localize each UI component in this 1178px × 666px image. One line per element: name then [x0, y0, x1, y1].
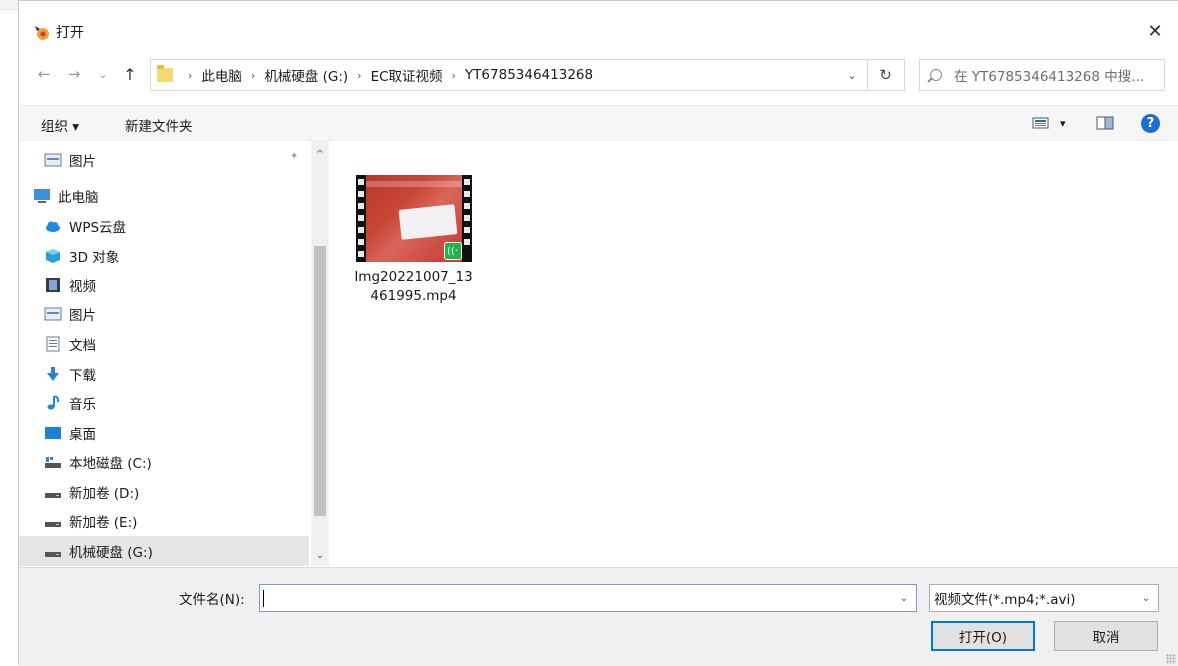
sidebar-item-desktop[interactable]: 桌面: [19, 418, 309, 448]
navigation-bar: ← → ⌄ ↑ › 此电脑 › 机械硬盘 (G:) › EC取证视频 › YT6…: [19, 57, 1178, 93]
help-button[interactable]: ?: [1141, 114, 1160, 133]
up-button[interactable]: ↑: [119, 63, 141, 85]
sidebar-item-label: 图片: [69, 308, 96, 324]
breadcrumb-item-drive-g[interactable]: 机械硬盘 (G:): [264, 65, 348, 85]
drive-icon: [45, 552, 61, 557]
navigation-pane: 图片 ✦ 此电脑 WPS云盘 3D 对象 视频 图片 文档 下载 音乐 桌面 本…: [19, 141, 329, 566]
filetype-value: 视频文件(*.mp4;*.avi): [934, 592, 1076, 608]
sidebar-item-pictures[interactable]: 图片: [19, 299, 309, 329]
breadcrumb-item-current-folder[interactable]: YT6785346413268: [465, 67, 593, 83]
cancel-button[interactable]: 取消: [1054, 621, 1158, 651]
sidebar-item-label: WPS云盘: [69, 220, 127, 236]
sidebar-item-label: 3D 对象: [69, 250, 120, 266]
open-button[interactable]: 打开(O): [931, 621, 1035, 651]
film-strip-left: [355, 175, 366, 262]
file-list-pane[interactable]: ((· Img20221007_13461995.mp4: [329, 141, 1178, 566]
sidebar-item-drive-e[interactable]: 新加卷 (E:): [19, 506, 309, 536]
open-file-dialog: 打开 ✕ ← → ⌄ ↑ › 此电脑 › 机械硬盘 (G:) › EC取证视频 …: [18, 0, 1178, 666]
desktop-icon: [45, 427, 61, 439]
view-dropdown-button[interactable]: ▾: [1060, 117, 1066, 130]
search-box[interactable]: 在 YT6785346413268 中搜...: [919, 59, 1165, 91]
sidebar-item-wps-cloud[interactable]: WPS云盘: [19, 211, 309, 241]
sidebar-item-label: 视频: [69, 279, 96, 295]
sidebar-item-label: 文档: [69, 338, 96, 354]
command-bar: 组织 ▾ 新建文件夹 ▾ ?: [19, 105, 1178, 141]
sidebar-item-label: 图片: [69, 154, 96, 170]
back-button[interactable]: ←: [33, 63, 55, 85]
scroll-thumb[interactable]: [314, 246, 326, 516]
sidebar-item-label: 机械硬盘 (G:): [69, 545, 153, 561]
dialog-footer: 文件名(N): ⌄ 视频文件(*.mp4;*.avi) ⌄ 打开(O) 取消: [19, 567, 1178, 666]
filetype-select[interactable]: 视频文件(*.mp4;*.avi) ⌄: [929, 584, 1159, 612]
pin-icon: ✦: [290, 151, 299, 162]
view-options-icon[interactable]: [1032, 115, 1050, 131]
sidebar-item-drive-c[interactable]: 本地磁盘 (C:): [19, 447, 309, 477]
forward-button[interactable]: →: [63, 63, 85, 85]
sidebar-item-3d-objects[interactable]: 3D 对象: [19, 241, 309, 271]
filename-input[interactable]: ⌄: [259, 584, 917, 612]
pictures-icon: [44, 307, 62, 321]
organize-menu[interactable]: 组织 ▾: [41, 115, 79, 135]
sidebar-item-pictures-pinned[interactable]: 图片: [19, 145, 309, 175]
close-button[interactable]: ✕: [1132, 11, 1178, 51]
breadcrumb-separator[interactable]: ›: [452, 69, 456, 82]
document-icon: [46, 336, 60, 352]
address-bar[interactable]: › 此电脑 › 机械硬盘 (G:) › EC取证视频 › YT678534641…: [150, 59, 868, 91]
drive-icon: [45, 522, 61, 527]
filename-dropdown-button[interactable]: ⌄: [892, 585, 916, 611]
sidebar-item-drive-d[interactable]: 新加卷 (D:): [19, 477, 309, 507]
file-name: Img20221007_13461995.mp4: [354, 269, 473, 304]
sidebar-item-label: 新加卷 (D:): [69, 486, 140, 502]
app-association-badge-icon: ((·: [443, 242, 462, 260]
pictures-icon: [44, 153, 62, 167]
sidebar-item-label: 下载: [69, 368, 96, 384]
sidebar-item-drive-g[interactable]: 机械硬盘 (G:): [19, 536, 309, 566]
cloud-icon: [46, 221, 60, 232]
breadcrumb-item-this-pc[interactable]: 此电脑: [201, 65, 242, 85]
sidebar-item-label: 音乐: [69, 397, 96, 413]
breadcrumb-separator: ›: [188, 68, 193, 82]
sidebar-item-videos[interactable]: 视频: [19, 270, 309, 300]
preview-pane-icon[interactable]: [1096, 115, 1114, 131]
cube-icon: [46, 249, 60, 263]
title-bar: 打开 ✕: [19, 11, 1178, 51]
drive-icon: [45, 493, 61, 498]
video-icon: [46, 278, 60, 292]
music-icon: [47, 395, 60, 410]
refresh-button[interactable]: ↻: [867, 59, 905, 91]
file-item[interactable]: ((· Img20221007_13461995.mp4: [351, 175, 476, 306]
breadcrumb-item-ec-folder[interactable]: EC取证视频: [371, 65, 443, 85]
sidebar-item-label: 本地磁盘 (C:): [69, 456, 152, 472]
system-drive-icon: [45, 457, 61, 468]
video-thumbnail: ((·: [355, 175, 472, 262]
sidebar-item-music[interactable]: 音乐: [19, 388, 309, 418]
new-folder-button[interactable]: 新建文件夹: [125, 115, 193, 135]
scroll-down-button[interactable]: ⌄: [311, 546, 329, 564]
computer-icon: [34, 189, 50, 203]
filetype-dropdown-button[interactable]: ⌄: [1134, 585, 1158, 611]
sidebar-item-label: 此电脑: [58, 190, 99, 206]
app-icon: [35, 26, 49, 40]
folder-icon: [157, 65, 173, 82]
sidebar-item-documents[interactable]: 文档: [19, 329, 309, 359]
recent-locations-button[interactable]: ⌄: [92, 63, 114, 85]
scroll-up-button[interactable]: ^: [311, 145, 329, 163]
film-strip-right: [461, 175, 472, 262]
text-caret: [263, 590, 264, 607]
download-icon: [47, 367, 59, 381]
breadcrumb-separator[interactable]: ›: [357, 69, 361, 82]
sidebar-item-downloads[interactable]: 下载: [19, 359, 309, 389]
window-title: 打开: [56, 25, 84, 41]
sidebar-item-this-pc[interactable]: 此电脑: [19, 181, 309, 211]
navigation-pane-scrollbar[interactable]: ^ ⌄: [311, 141, 329, 566]
breadcrumb-separator[interactable]: ›: [251, 69, 255, 82]
address-dropdown-button[interactable]: ⌄: [837, 60, 867, 90]
search-placeholder: 在 YT6785346413268 中搜...: [954, 69, 1145, 85]
filename-label: 文件名(N):: [179, 592, 245, 608]
search-icon: [930, 69, 942, 81]
sidebar-item-label: 桌面: [69, 427, 96, 443]
sidebar-item-label: 新加卷 (E:): [69, 515, 138, 531]
resize-grip[interactable]: [1166, 654, 1176, 664]
